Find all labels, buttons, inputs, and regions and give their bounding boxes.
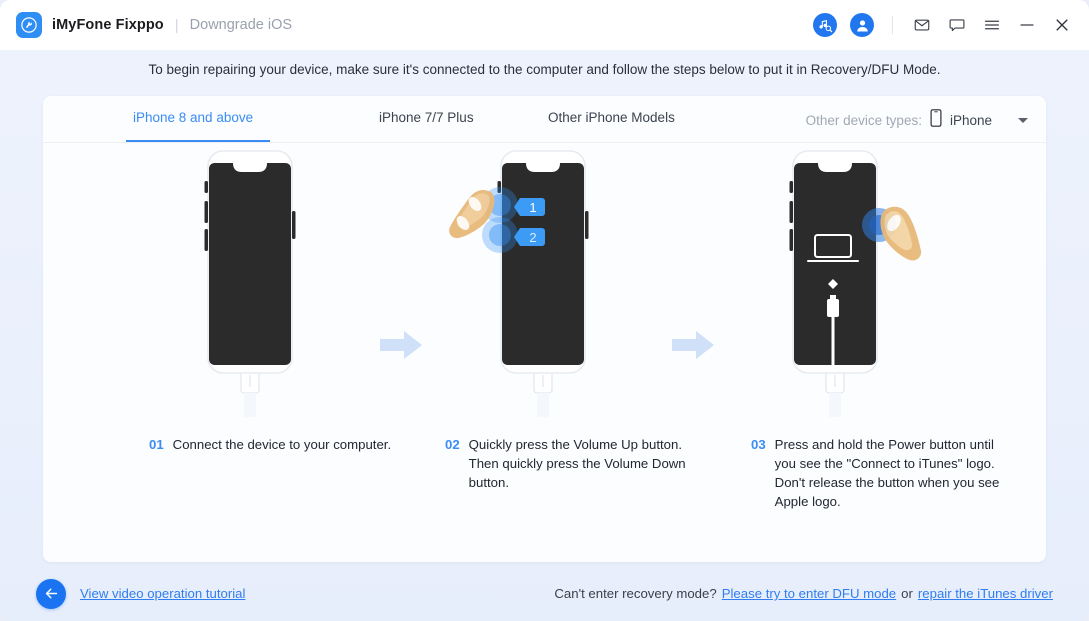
mode-label: Downgrade iOS bbox=[189, 17, 293, 33]
step-1-caption: 01 Connect the device to your computer. bbox=[149, 435, 399, 454]
step-2-illustration: 1 2 bbox=[396, 143, 686, 423]
titlebar-divider bbox=[892, 16, 893, 34]
step-3-number: 03 bbox=[751, 437, 766, 452]
step-3-illustration bbox=[688, 143, 978, 423]
step-2-caption: 02 Quickly press the Volume Up button. T… bbox=[445, 435, 703, 492]
step-1-illustration bbox=[103, 143, 393, 423]
mail-icon[interactable] bbox=[911, 14, 933, 36]
svg-text:2: 2 bbox=[529, 230, 536, 245]
step-2-number: 02 bbox=[445, 437, 460, 452]
tab-other-iphone-models[interactable]: Other iPhone Models bbox=[548, 110, 675, 125]
itunes-search-icon[interactable] bbox=[813, 13, 837, 37]
steps-container: 01 Connect the device to your computer. bbox=[43, 143, 1046, 562]
title-bar-actions bbox=[813, 13, 1073, 37]
user-account-icon[interactable] bbox=[850, 13, 874, 37]
chevron-down-icon[interactable] bbox=[1018, 118, 1028, 123]
step-2: 1 2 02 Quickly press the Volume Up butto… bbox=[396, 143, 686, 490]
step-2-text: Quickly press the Volume Up button. Then… bbox=[468, 437, 686, 490]
phone-icon bbox=[930, 109, 942, 132]
badge-2: 2 bbox=[514, 228, 545, 246]
tab-iphone-8-and-above[interactable]: iPhone 8 and above bbox=[133, 110, 253, 125]
badge-1: 1 bbox=[514, 198, 545, 216]
footer-help: Can't enter recovery mode? Please try to… bbox=[554, 586, 1053, 601]
tab-bar: iPhone 8 and above iPhone 7/7 Plus Other… bbox=[43, 96, 1046, 143]
or-text: or bbox=[901, 586, 913, 601]
step-3-caption: 03 Press and hold the Power button until… bbox=[751, 435, 1011, 511]
app-window: iMyFone Fixppo | Downgrade iOS To begin … bbox=[0, 0, 1089, 621]
device-type-label: Other device types: bbox=[805, 113, 922, 128]
title-separator: | bbox=[174, 16, 179, 34]
step-1: 01 Connect the device to your computer. bbox=[103, 143, 393, 452]
title-bar: iMyFone Fixppo | Downgrade iOS bbox=[0, 0, 1089, 50]
minimize-icon[interactable] bbox=[1016, 14, 1038, 36]
close-icon[interactable] bbox=[1051, 14, 1073, 36]
step-3-text: Press and hold the Power button until yo… bbox=[774, 437, 1000, 509]
hamburger-menu-icon[interactable] bbox=[981, 14, 1003, 36]
recovery-question-text: Can't enter recovery mode? bbox=[554, 586, 717, 601]
back-button[interactable] bbox=[36, 578, 66, 609]
app-logo-icon bbox=[16, 12, 42, 38]
svg-text:1: 1 bbox=[529, 200, 536, 215]
view-video-tutorial-link[interactable]: View video operation tutorial bbox=[80, 586, 245, 601]
instruction-banner: To begin repairing your device, make sur… bbox=[0, 50, 1089, 88]
content-card: iPhone 8 and above iPhone 7/7 Plus Other… bbox=[43, 96, 1046, 562]
app-name: iMyFone Fixppo bbox=[52, 17, 164, 33]
footer-bar: View video operation tutorial Can't ente… bbox=[0, 566, 1089, 621]
chat-bubble-icon[interactable] bbox=[946, 14, 968, 36]
active-tab-underline bbox=[126, 140, 270, 142]
step-1-number: 01 bbox=[149, 437, 164, 452]
instruction-text: To begin repairing your device, make sur… bbox=[148, 61, 941, 77]
device-type-selector[interactable]: Other device types: iPhone bbox=[806, 109, 1028, 132]
step-1-text: Connect the device to your computer. bbox=[172, 437, 392, 452]
tab-iphone-7-7-plus[interactable]: iPhone 7/7 Plus bbox=[379, 110, 474, 125]
dfu-mode-link[interactable]: Please try to enter DFU mode bbox=[722, 586, 896, 601]
repair-itunes-driver-link[interactable]: repair the iTunes driver bbox=[918, 586, 1053, 601]
step-3: 03 Press and hold the Power button until… bbox=[688, 143, 999, 509]
device-type-value: iPhone bbox=[949, 113, 992, 128]
